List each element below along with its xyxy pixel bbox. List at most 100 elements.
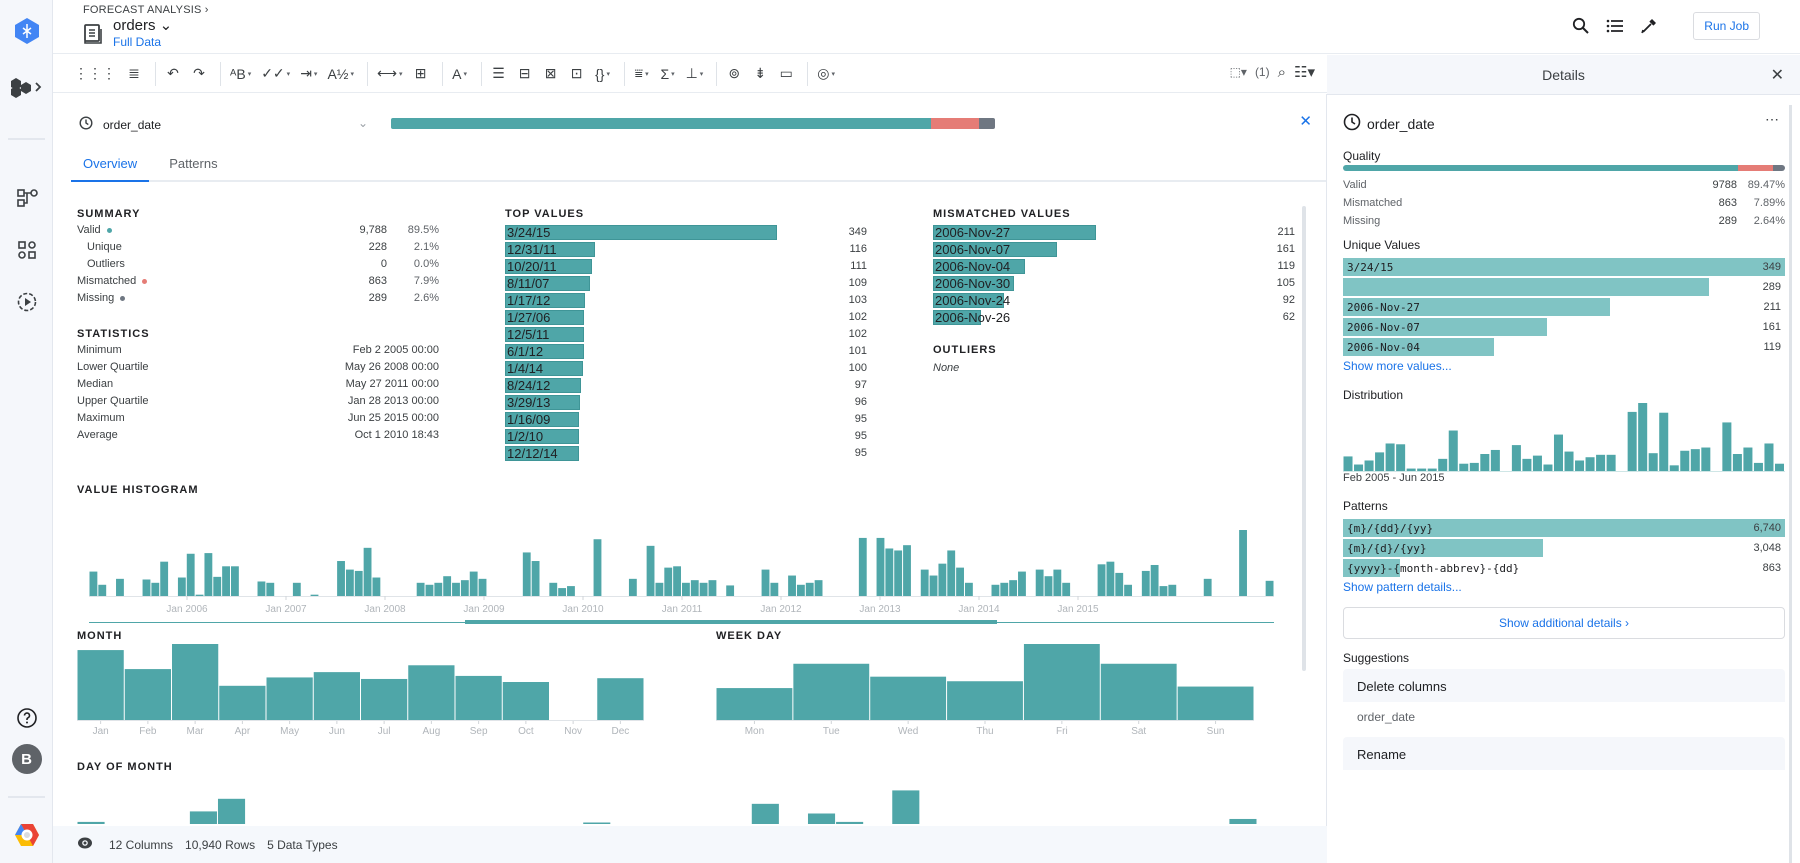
histogram-bar[interactable]: [894, 550, 903, 596]
show-pattern-details-link[interactable]: Show pattern details...: [1343, 580, 1462, 594]
histogram-bar[interactable]: [116, 578, 124, 596]
histogram-bar[interactable]: [929, 575, 938, 596]
top-value-row[interactable]: 8/24/12 97: [505, 377, 867, 394]
gcp-logo-icon[interactable]: [0, 820, 53, 850]
distribution-bar[interactable]: [1627, 411, 1637, 471]
histogram-bar[interactable]: [354, 570, 363, 596]
hierarchy-icon[interactable]: ⊥ ▾: [683, 63, 707, 85]
histogram-bar[interactable]: [363, 547, 372, 596]
histogram-bar[interactable]: [1053, 569, 1062, 596]
histogram-bar[interactable]: [673, 566, 681, 596]
histogram-bar[interactable]: [1141, 570, 1150, 596]
day-of-month-bar[interactable]: [751, 803, 779, 824]
histogram-bar[interactable]: [682, 582, 690, 596]
distribution-bar[interactable]: [1364, 460, 1374, 471]
histogram-bar[interactable]: [761, 569, 770, 596]
dataset-sample-link[interactable]: Full Data: [113, 35, 161, 49]
rename-icon[interactable]: ᴬB ▾: [227, 63, 254, 85]
week-day-bar[interactable]: [870, 676, 947, 720]
close-icon[interactable]: ✕: [1299, 112, 1312, 130]
mismatched-value-row[interactable]: 2006-Nov-27 211: [933, 224, 1295, 241]
value-histogram-chart[interactable]: Jan 2006 Jan 2007 Jan 2008 Jan 2009 Jan 2010…: [77, 494, 1297, 644]
histogram-bar[interactable]: [1018, 571, 1026, 596]
histogram-bar[interactable]: [266, 582, 275, 596]
distribution-bar[interactable]: [1417, 468, 1427, 471]
histogram-bar[interactable]: [151, 582, 160, 596]
top-value-row[interactable]: 1/16/09 95: [505, 411, 867, 428]
close-icon[interactable]: ✕: [1771, 65, 1784, 85]
distribution-bar[interactable]: [1648, 453, 1658, 471]
top-value-row[interactable]: 12/31/11 116: [505, 241, 867, 258]
pivot-icon[interactable]: ⊠: [540, 63, 562, 85]
suggestion-card[interactable]: Rename: [1343, 737, 1785, 800]
move-icon[interactable]: ⇥ ▾: [297, 63, 320, 85]
flow-diagram-icon[interactable]: [0, 186, 53, 210]
month-bar[interactable]: [172, 644, 219, 720]
day-of-month-bar[interactable]: [836, 821, 864, 824]
month-chart[interactable]: Jan Feb Mar Apr May Jun Jul Aug Sep Oct Nov Dec: [77, 640, 677, 740]
distribution-bar[interactable]: [1669, 465, 1679, 471]
week-day-bar[interactable]: [1100, 663, 1177, 720]
histogram-bar[interactable]: [655, 582, 664, 596]
distribution-bar[interactable]: [1753, 462, 1763, 471]
histogram-bar[interactable]: [947, 550, 956, 596]
histogram-bar[interactable]: [1203, 578, 1212, 596]
distribution-bar[interactable]: [1638, 403, 1648, 471]
distribution-bar[interactable]: [1375, 452, 1385, 471]
distribution-bar[interactable]: [1659, 412, 1669, 471]
histogram-bar[interactable]: [478, 578, 487, 596]
histogram-bar[interactable]: [230, 566, 239, 596]
histogram-bar[interactable]: [558, 588, 567, 596]
split-column-icon[interactable]: ⟷ ▾: [374, 63, 406, 85]
histogram-bar[interactable]: [1124, 584, 1133, 596]
help-icon[interactable]: [0, 706, 53, 730]
histogram-bar[interactable]: [646, 545, 655, 596]
list-view-icon[interactable]: ≣: [123, 63, 145, 85]
histogram-bar[interactable]: [708, 580, 717, 596]
histogram-bar[interactable]: [956, 567, 964, 596]
histogram-bar[interactable]: [460, 580, 469, 596]
top-value-row[interactable]: 1/27/06 102: [505, 309, 867, 326]
top-value-row[interactable]: 3/24/15 349: [505, 224, 867, 241]
distribution-bar[interactable]: [1511, 445, 1521, 471]
grid-icon[interactable]: [0, 238, 53, 262]
filter-icon[interactable]: ⩸ ▾: [631, 63, 653, 85]
unique-value-row[interactable]: 2006-Nov-27 211: [1343, 298, 1785, 317]
aggregate-icon[interactable]: Σ ▾: [657, 63, 679, 85]
histogram-bar[interactable]: [434, 582, 443, 596]
distribution-bar[interactable]: [1532, 455, 1542, 471]
histogram-bar[interactable]: [98, 584, 107, 596]
distribution-bar[interactable]: [1448, 430, 1458, 471]
tab-overview[interactable]: Overview: [71, 154, 150, 182]
week-day-bar[interactable]: [947, 681, 1023, 720]
histogram-bar[interactable]: [222, 566, 230, 596]
histogram-bar[interactable]: [186, 553, 195, 596]
histogram-bar[interactable]: [1265, 580, 1274, 596]
pattern-row[interactable]: {m}/{d}/{yy} 3,048: [1343, 539, 1785, 558]
histogram-bar[interactable]: [664, 567, 673, 596]
histogram-bar[interactable]: [770, 582, 779, 596]
day-of-month-bar[interactable]: [892, 790, 920, 824]
histogram-bar[interactable]: [310, 594, 319, 596]
mismatched-value-row[interactable]: 2006-Nov-07 161: [933, 241, 1295, 258]
histogram-bar[interactable]: [690, 580, 699, 596]
unique-value-row[interactable]: 2006-Nov-04 119: [1343, 338, 1785, 357]
histogram-bar[interactable]: [522, 552, 531, 596]
day-of-month-chart[interactable]: [77, 772, 1297, 826]
transpose-icon[interactable]: ⊡: [566, 63, 588, 85]
jobs-icon[interactable]: [0, 290, 53, 314]
histogram-bar[interactable]: [416, 582, 425, 596]
histogram-bar[interactable]: [1062, 582, 1071, 596]
histogram-bar[interactable]: [567, 586, 575, 596]
mismatched-value-row[interactable]: 2006-Nov-30 105: [933, 275, 1295, 292]
histogram-bar[interactable]: [876, 537, 885, 596]
distribution-bar[interactable]: [1732, 454, 1742, 471]
histogram-bar[interactable]: [337, 561, 345, 596]
histogram-bar[interactable]: [796, 584, 805, 596]
histogram-bar[interactable]: [1239, 530, 1247, 596]
json-icon[interactable]: {} ▾: [592, 63, 614, 85]
histogram-bar[interactable]: [160, 561, 169, 596]
distribution-bar[interactable]: [1385, 443, 1395, 471]
select-columns-icon[interactable]: ⬚▾: [1230, 65, 1247, 79]
month-bar[interactable]: [266, 677, 313, 720]
